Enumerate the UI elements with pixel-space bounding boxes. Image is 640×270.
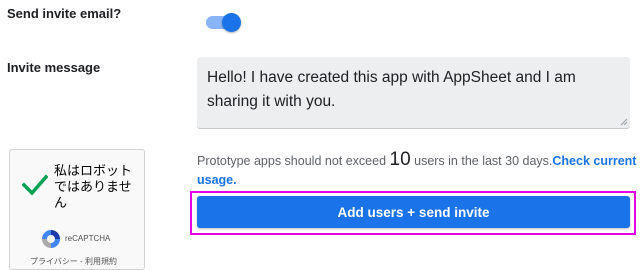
quota-suffix: users in the last 30 days. [410,154,553,168]
invite-message-label: Invite message [7,60,101,75]
quota-notice: Prototype apps should not exceed 10 user… [197,150,637,190]
quota-limit: 10 [389,149,411,170]
toggle-knob [222,13,241,32]
resize-handle-icon[interactable] [620,118,628,126]
recaptcha-brand: reCAPTCHA [65,234,111,243]
quota-prefix: Prototype apps should not exceed [197,154,390,168]
invite-message-textarea[interactable]: Hello! I have created this app with AppS… [197,57,630,129]
checkmark-icon[interactable] [22,174,48,196]
send-invite-toggle[interactable] [206,12,241,32]
recaptcha-widget: 私はロボットではありません reCAPTCHA プライバシー - 利用規約 [9,149,145,270]
recaptcha-label: 私はロボットではありません [54,163,133,210]
add-users-send-invite-button[interactable]: Add users + send invite [197,196,630,228]
recaptcha-logo-icon [42,230,60,248]
recaptcha-privacy-terms-links[interactable]: プライバシー - 利用規約 [30,256,117,267]
send-invite-label: Send invite email? [7,6,122,21]
invite-message-text: Hello! I have created this app with AppS… [207,69,576,110]
